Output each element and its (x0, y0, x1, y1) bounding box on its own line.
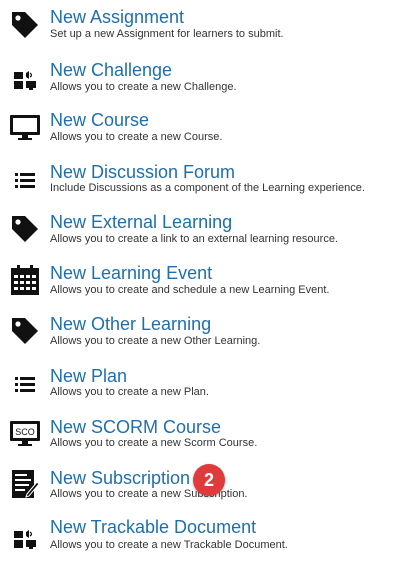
item-title[interactable]: New External Learning (50, 212, 232, 232)
item-description: Allows you to create a new Other Learnin… (50, 335, 261, 347)
tag-icon (8, 314, 42, 348)
item-description: Allows you to create a new Trackable Doc… (50, 539, 288, 551)
item-description: Allows you to create a link to an extern… (50, 233, 338, 245)
challenge-icon (8, 522, 42, 556)
menu-item-new-discussion-forum[interactable]: New Discussion Forum Include Discussions… (0, 153, 406, 204)
tag-icon (8, 212, 42, 246)
item-description: Allows you to create a new Challenge. (50, 81, 237, 93)
menu-item-new-assignment[interactable]: New Assignment Set up a new Assignment f… (0, 0, 406, 51)
item-title[interactable]: New Assignment (50, 7, 184, 27)
calendar-icon (8, 263, 42, 297)
item-title[interactable]: New SCORM Course (50, 417, 221, 437)
item-title[interactable]: New Learning Event (50, 263, 212, 283)
item-title[interactable]: New Course (50, 110, 149, 130)
item-description: Allows you to create a new Scorm Course. (50, 437, 258, 449)
item-description: Allows you to create a new Course. (50, 131, 223, 143)
subscription-icon (8, 467, 42, 501)
menu-item-new-learning-event[interactable]: New Learning Event Allows you to create … (0, 255, 406, 306)
item-title[interactable]: New Trackable Document (50, 517, 256, 537)
list-icon (8, 367, 42, 401)
item-description: Allows you to create and schedule a new … (50, 284, 330, 296)
challenge-icon (8, 63, 42, 97)
menu-item-new-plan[interactable]: New Plan Allows you to create a new Plan… (0, 357, 406, 408)
tag-icon (8, 8, 42, 42)
menu-item-new-course[interactable]: New Course Allows you to create a new Co… (0, 102, 406, 153)
menu-item-new-challenge[interactable]: New Challenge Allows you to create a new… (0, 51, 406, 102)
step-badge: 2 (193, 464, 225, 496)
list-icon (8, 163, 42, 197)
menu-item-new-trackable-document[interactable]: New Trackable Document Allows you to cre… (0, 510, 406, 561)
item-title[interactable]: New Other Learning (50, 314, 211, 334)
item-title[interactable]: New Discussion Forum (50, 162, 235, 182)
item-description: Include Discussions as a component of th… (50, 182, 365, 194)
monitor-icon (8, 110, 42, 144)
item-title[interactable]: New Subscription (50, 468, 190, 488)
item-title[interactable]: New Plan (50, 366, 127, 386)
scorm-monitor-icon: SCO (8, 416, 42, 450)
item-description: Allows you to create a new Plan. (50, 386, 209, 398)
menu-item-new-external-learning[interactable]: New External Learning Allows you to crea… (0, 204, 406, 255)
menu-item-new-scorm-course[interactable]: SCO New SCORM Course Allows you to creat… (0, 408, 406, 459)
item-description: Set up a new Assignment for learners to … (50, 28, 284, 40)
item-title[interactable]: New Challenge (50, 60, 172, 80)
svg-text:SCO: SCO (15, 427, 35, 437)
menu-item-new-other-learning[interactable]: New Other Learning Allows you to create … (0, 306, 406, 357)
